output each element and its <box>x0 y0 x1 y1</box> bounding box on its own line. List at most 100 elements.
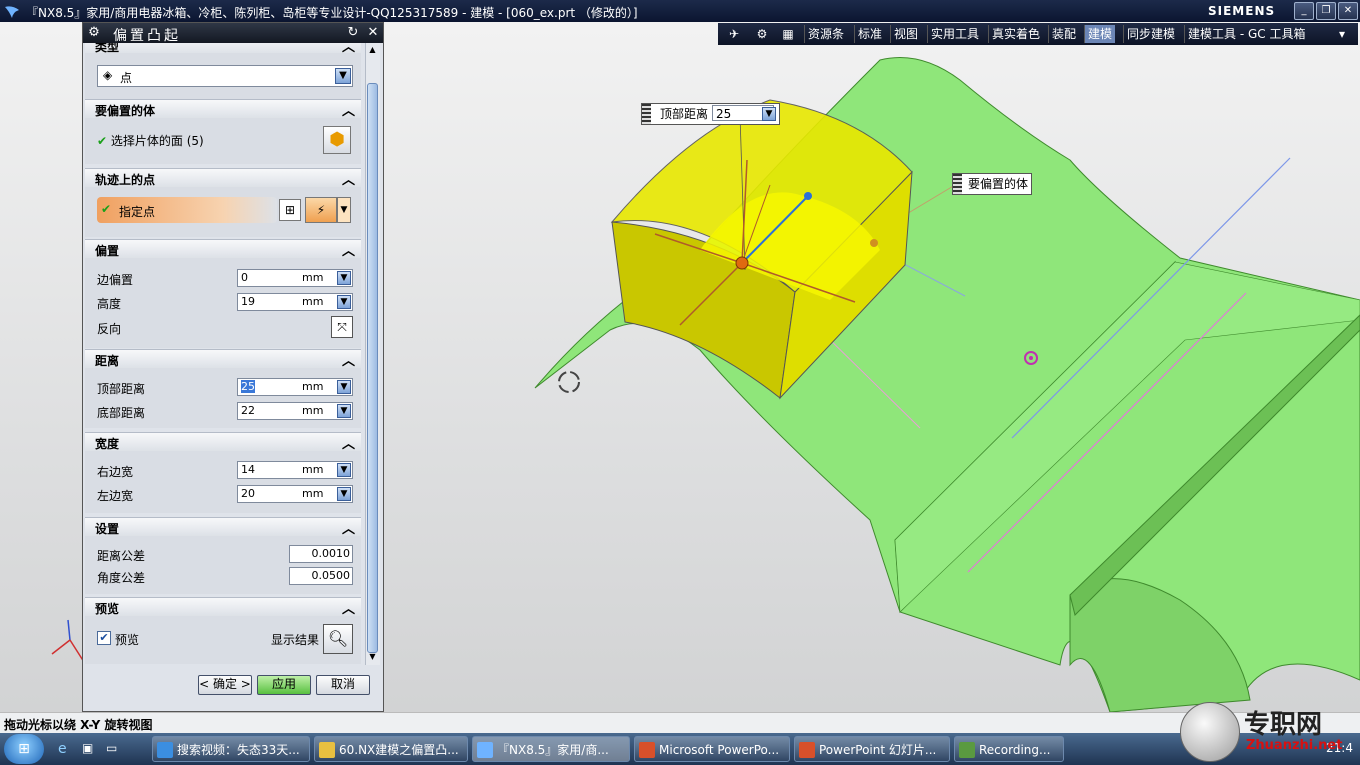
dialog-scrollbar[interactable]: ▲ ▼ <box>365 43 380 665</box>
type-select[interactable]: ◈ 点 ▼ <box>97 65 353 87</box>
tab-view[interactable]: 视图 <box>890 25 921 43</box>
scroll-up-icon[interactable]: ▲ <box>367 45 378 56</box>
title-bar: 『NX8.5』家用/商用电器冰箱、冷柜、陈列柜、岛柜等专业设计-QQ125317… <box>0 0 1360 22</box>
dropdown-arrow-icon: ▼ <box>762 107 776 121</box>
reverse-direction-button[interactable]: ⤧ <box>331 316 353 338</box>
body-section-header[interactable]: 要偏置的体 ︿ <box>85 99 361 119</box>
select-face-label[interactable]: ✔ 选择片体的面 (5) <box>97 132 204 149</box>
task-folder[interactable]: 60.NX建模之偏置凸... <box>314 736 468 762</box>
tab-modeling[interactable]: 建模 <box>1084 25 1116 43</box>
task-powerpoint[interactable]: Microsoft PowerPo... <box>634 736 790 762</box>
check-icon: ✔ <box>97 134 108 148</box>
specify-point-label: 指定点 <box>119 205 156 219</box>
tab-resource-bar[interactable]: 资源条 <box>804 25 847 43</box>
tab-utilities[interactable]: 实用工具 <box>927 25 982 43</box>
point-dialog-icon[interactable]: ⊞ <box>279 199 301 221</box>
dialog-reset-icon[interactable]: ↻ <box>345 25 361 41</box>
height-input[interactable]: 19 mm ▼ <box>237 293 353 311</box>
nx-menu-icon[interactable]: ✈ <box>724 25 744 43</box>
bottom-distance-input[interactable]: 22 mm ▼ <box>237 402 353 420</box>
dialog-body: 类型 ︿ ◈ 点 ▼ 要偏置的体 ︿ ✔ 选择片体的面 (5) ⬢ 轨迹上的点 ︿ ✔… <box>85 43 363 683</box>
reverse-label: 反向 <box>97 322 122 336</box>
task-recording[interactable]: Recording... <box>954 736 1064 762</box>
settings-section-header[interactable]: 设置 ︿ <box>85 517 361 537</box>
green-sheet-surface <box>534 57 1360 712</box>
start-button[interactable]: ⊞ <box>4 734 44 764</box>
window-title: 『NX8.5』家用/商用电器冰箱、冷柜、陈列柜、岛柜等专业设计-QQ125317… <box>26 6 638 20</box>
ok-button[interactable]: < 确定 > <box>198 675 252 695</box>
close-button[interactable]: ✕ <box>1338 2 1358 20</box>
scroll-down-icon[interactable]: ▼ <box>367 652 378 663</box>
tab-sync-modeling[interactable]: 同步建模 <box>1123 25 1178 43</box>
tab-standard[interactable]: 标准 <box>854 25 885 43</box>
value-dropdown-icon[interactable]: ▼ <box>337 380 351 394</box>
normal-vector-handle <box>804 192 812 200</box>
show-result-label: 显示结果 <box>271 633 320 647</box>
watermark-text: 专职网 <box>1244 710 1323 740</box>
scrollbar-thumb[interactable] <box>367 83 378 653</box>
task-slides[interactable]: PowerPoint 幻灯片... <box>794 736 950 762</box>
dialog-title: 偏置凸起 <box>113 28 181 44</box>
magnifier-icon: 🔍︎ <box>327 629 349 648</box>
type-selected-value: 点 <box>120 71 133 85</box>
network-quicklaunch-icon[interactable]: ▣ <box>82 741 98 757</box>
preview-section-header[interactable]: 预览 ︿ <box>85 597 361 617</box>
siemens-brand: SIEMENS <box>1208 4 1276 18</box>
distance-section-header[interactable]: 距离 ︿ <box>85 349 361 369</box>
nx-logo-icon <box>5 6 19 18</box>
specify-point-row[interactable]: ✔ 指定点 <box>97 197 277 223</box>
track-point-handle <box>870 239 878 247</box>
show-result-button[interactable]: 🔍︎ <box>323 624 353 654</box>
axis-triad-icon <box>51 619 85 663</box>
tab-gc-toolbox[interactable]: 建模工具 - GC 工具箱 <box>1184 25 1308 43</box>
toolbar-options-icon[interactable]: ▾ <box>1332 25 1352 43</box>
top-distance-input[interactable]: 25 mm ▼ <box>237 378 353 396</box>
status-bar: 拖动光标以绕 X-Y 旋转视图 <box>0 712 1360 734</box>
inferred-point-dropdown-icon[interactable]: ▼ <box>337 197 351 223</box>
task-nx[interactable]: 『NX8.5』家用/商... <box>472 736 630 762</box>
top-distance-onscreen-input[interactable]: 顶部距离 25 ▼ <box>641 103 780 125</box>
value-dropdown-icon[interactable]: ▼ <box>337 295 351 309</box>
restore-button[interactable]: ❐ <box>1316 2 1336 20</box>
dialog-close-icon[interactable]: ✕ <box>365 25 381 41</box>
edge-offset-input[interactable]: 0 mm ▼ <box>237 269 353 287</box>
value-dropdown-icon[interactable]: ▼ <box>337 463 351 477</box>
apply-button[interactable]: 应用 <box>257 675 311 695</box>
task-browser[interactable]: 搜索视频：失态33天... <box>152 736 310 762</box>
desktop-quicklaunch-icon[interactable]: ▭ <box>106 741 122 757</box>
cancel-button[interactable]: 取消 <box>316 675 370 695</box>
top-distance-label: 顶部距离 <box>97 382 146 396</box>
chevron-down-icon[interactable]: ▼ <box>335 68 351 84</box>
select-body-button[interactable]: ⬢ <box>323 126 351 154</box>
settings-gear-icon[interactable]: ⚙ <box>752 25 772 43</box>
dialog-settings-icon[interactable]: ⚙ <box>86 25 102 41</box>
preview-checkbox[interactable]: ✔ <box>97 631 111 645</box>
watermark-ball-icon <box>1180 702 1240 762</box>
right-width-input[interactable]: 14 mm ▼ <box>237 461 353 479</box>
inferred-point-button[interactable]: ⚡ <box>305 197 337 223</box>
grid-icon[interactable]: ▦ <box>778 25 798 43</box>
watermark: 专职网 Zhuanzhi.net <box>1180 700 1358 762</box>
distance-tolerance-input[interactable]: 0.0010 <box>289 545 353 563</box>
value-dropdown-icon[interactable]: ▼ <box>337 404 351 418</box>
ie-quicklaunch-icon[interactable]: e <box>58 741 74 757</box>
offset-emboss-dialog: ⚙ 偏置凸起 ↻ ✕ 类型 ︿ ◈ 点 ▼ 要偏置的体 ︿ ✔ 选择片体的面 (5)… <box>82 22 384 712</box>
left-width-label: 左边宽 <box>97 489 134 503</box>
tab-true-shading[interactable]: 真实着色 <box>988 25 1043 43</box>
angle-tolerance-label: 角度公差 <box>97 571 146 585</box>
width-section-header[interactable]: 宽度 ︿ <box>85 432 361 452</box>
windows-taskbar: ⊞ e ▣ ▭ 搜索视频：失态33天... 60.NX建模之偏置凸... 『NX… <box>0 733 1360 765</box>
tab-assembly[interactable]: 装配 <box>1048 25 1079 43</box>
offset-section-header[interactable]: 偏置 ︿ <box>85 239 361 259</box>
edge-offset-label: 边偏置 <box>97 273 134 287</box>
angle-tolerance-input[interactable]: 0.0500 <box>289 567 353 585</box>
bottom-distance-label: 底部距离 <box>97 406 146 420</box>
value-dropdown-icon[interactable]: ▼ <box>337 271 351 285</box>
dialog-header: ⚙ 偏置凸起 ↻ ✕ <box>83 23 383 44</box>
point-section-header[interactable]: 轨迹上的点 ︿ <box>85 168 361 188</box>
value-dropdown-icon[interactable]: ▼ <box>337 487 351 501</box>
preview-label: 预览 <box>115 633 140 647</box>
height-label: 高度 <box>97 297 122 311</box>
left-width-input[interactable]: 20 mm ▼ <box>237 485 353 503</box>
minimize-button[interactable]: _ <box>1294 2 1314 20</box>
